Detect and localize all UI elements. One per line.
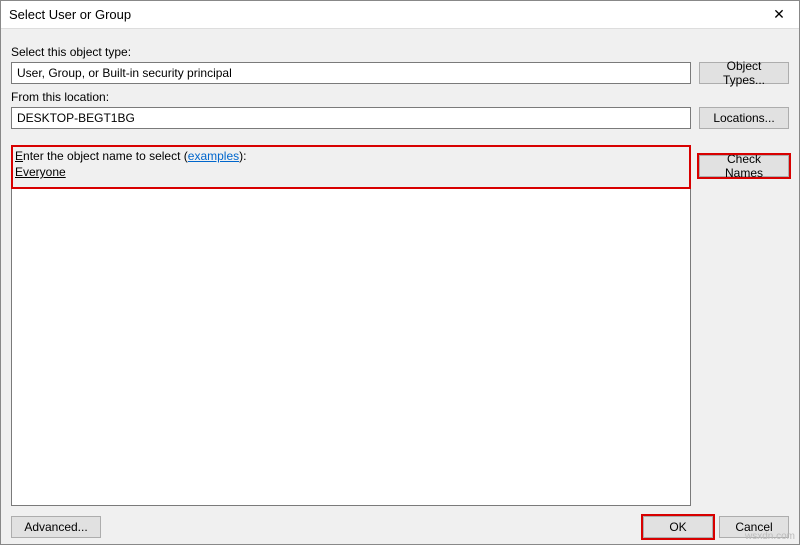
close-button[interactable]: ✕ xyxy=(759,1,799,29)
dialog-content: Select this object type: User, Group, or… xyxy=(1,29,799,544)
advanced-button[interactable]: Advanced... xyxy=(11,516,101,538)
locations-button[interactable]: Locations... xyxy=(699,107,789,129)
object-name-left: Enter the object name to select (example… xyxy=(11,133,691,506)
titlebar: Select User or Group ✕ xyxy=(1,1,799,29)
object-name-input[interactable] xyxy=(11,189,691,506)
ok-button[interactable]: OK xyxy=(643,516,713,538)
object-name-highlight: Enter the object name to select (example… xyxy=(11,145,691,189)
location-field: DESKTOP-BEGT1BG xyxy=(11,107,691,129)
object-type-field: User, Group, or Built-in security princi… xyxy=(11,62,691,84)
object-name-label-suffix: ): xyxy=(239,149,246,163)
examples-link[interactable]: examples xyxy=(188,149,239,163)
object-name-value: Everyone xyxy=(15,165,66,179)
close-icon: ✕ xyxy=(773,6,785,23)
object-name-label-underline: E xyxy=(15,149,23,163)
object-name-buttons: Check Names xyxy=(699,133,789,177)
window-title: Select User or Group xyxy=(9,7,759,22)
location-row: DESKTOP-BEGT1BG Locations... xyxy=(11,107,789,129)
object-name-area: Enter the object name to select (example… xyxy=(11,133,789,506)
dialog-window: Select User or Group ✕ Select this objec… xyxy=(0,0,800,545)
object-name-label-rest: nter the object name to select ( xyxy=(23,149,188,163)
location-label: From this location: xyxy=(11,90,789,104)
footer: Advanced... OK Cancel xyxy=(11,506,789,538)
check-names-button[interactable]: Check Names xyxy=(699,155,789,177)
object-type-label: Select this object type: xyxy=(11,45,789,59)
object-type-row: User, Group, or Built-in security princi… xyxy=(11,62,789,84)
cancel-button[interactable]: Cancel xyxy=(719,516,789,538)
object-name-label: Enter the object name to select (example… xyxy=(15,149,687,163)
object-types-button[interactable]: Object Types... xyxy=(699,62,789,84)
